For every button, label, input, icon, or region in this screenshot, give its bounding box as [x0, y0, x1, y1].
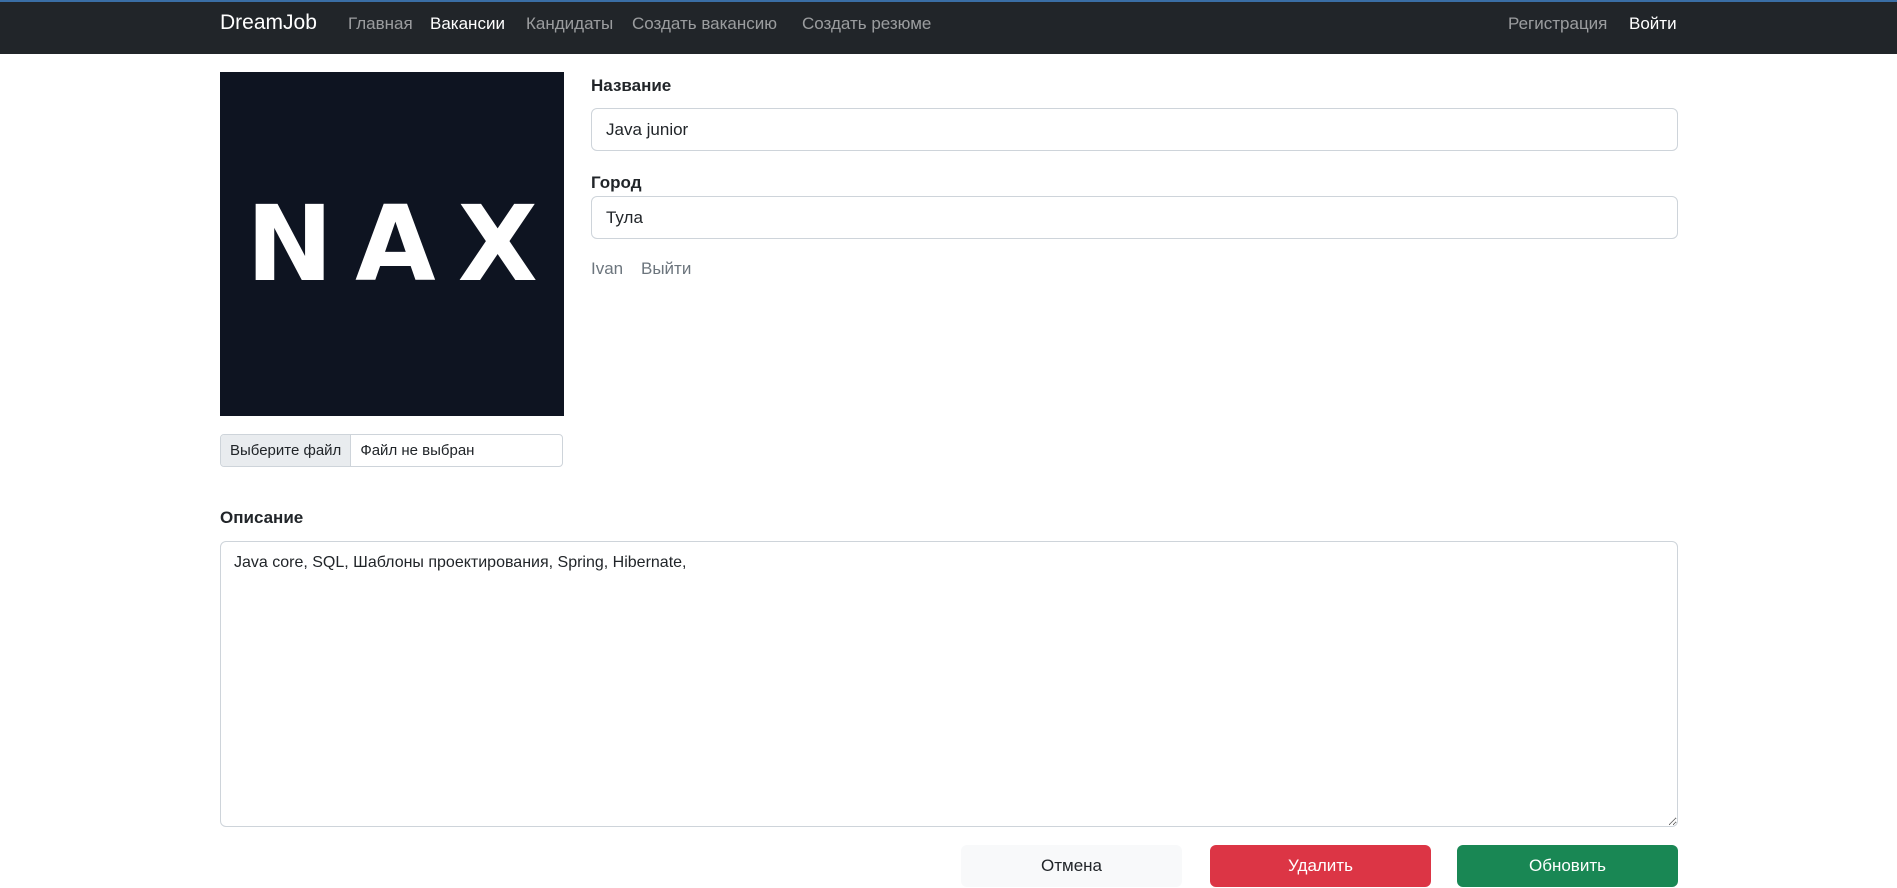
title-input[interactable] — [591, 108, 1678, 151]
file-input[interactable]: Выберите файл Файл не выбран — [220, 434, 563, 467]
nav-link-create-vacancy[interactable]: Создать вакансию — [632, 14, 777, 34]
logout-link[interactable]: Выйти — [641, 259, 691, 279]
delete-button[interactable]: Удалить — [1210, 845, 1431, 887]
vacancy-photo: NAX — [220, 72, 564, 416]
file-status: Файл не выбран — [360, 442, 475, 459]
choose-file-button[interactable]: Выберите файл — [221, 435, 352, 466]
nav-link-vacancies[interactable]: Вакансии — [430, 14, 505, 34]
nav-link-register[interactable]: Регистрация — [1508, 14, 1607, 34]
city-input[interactable] — [591, 196, 1678, 239]
cancel-button[interactable]: Отмена — [961, 845, 1182, 887]
update-button[interactable]: Обновить — [1457, 845, 1678, 887]
nav-link-login[interactable]: Войти — [1629, 14, 1677, 34]
nav-link-candidates[interactable]: Кандидаты — [526, 14, 613, 34]
brand-link[interactable]: DreamJob — [220, 11, 317, 35]
city-label: Город — [591, 173, 642, 192]
logo-text: NAX — [246, 183, 560, 305]
nav-link-home[interactable]: Главная — [348, 14, 413, 34]
description-textarea[interactable]: Java core, SQL, Шаблоны проектирования, … — [220, 541, 1678, 827]
title-label: Название — [591, 76, 672, 95]
description-label: Описание — [220, 508, 304, 527]
user-name-link[interactable]: Ivan — [591, 259, 623, 279]
navbar: DreamJob Главная Вакансии Кандидаты Созд… — [0, 0, 1897, 54]
nav-link-create-resume[interactable]: Создать резюме — [802, 14, 931, 34]
